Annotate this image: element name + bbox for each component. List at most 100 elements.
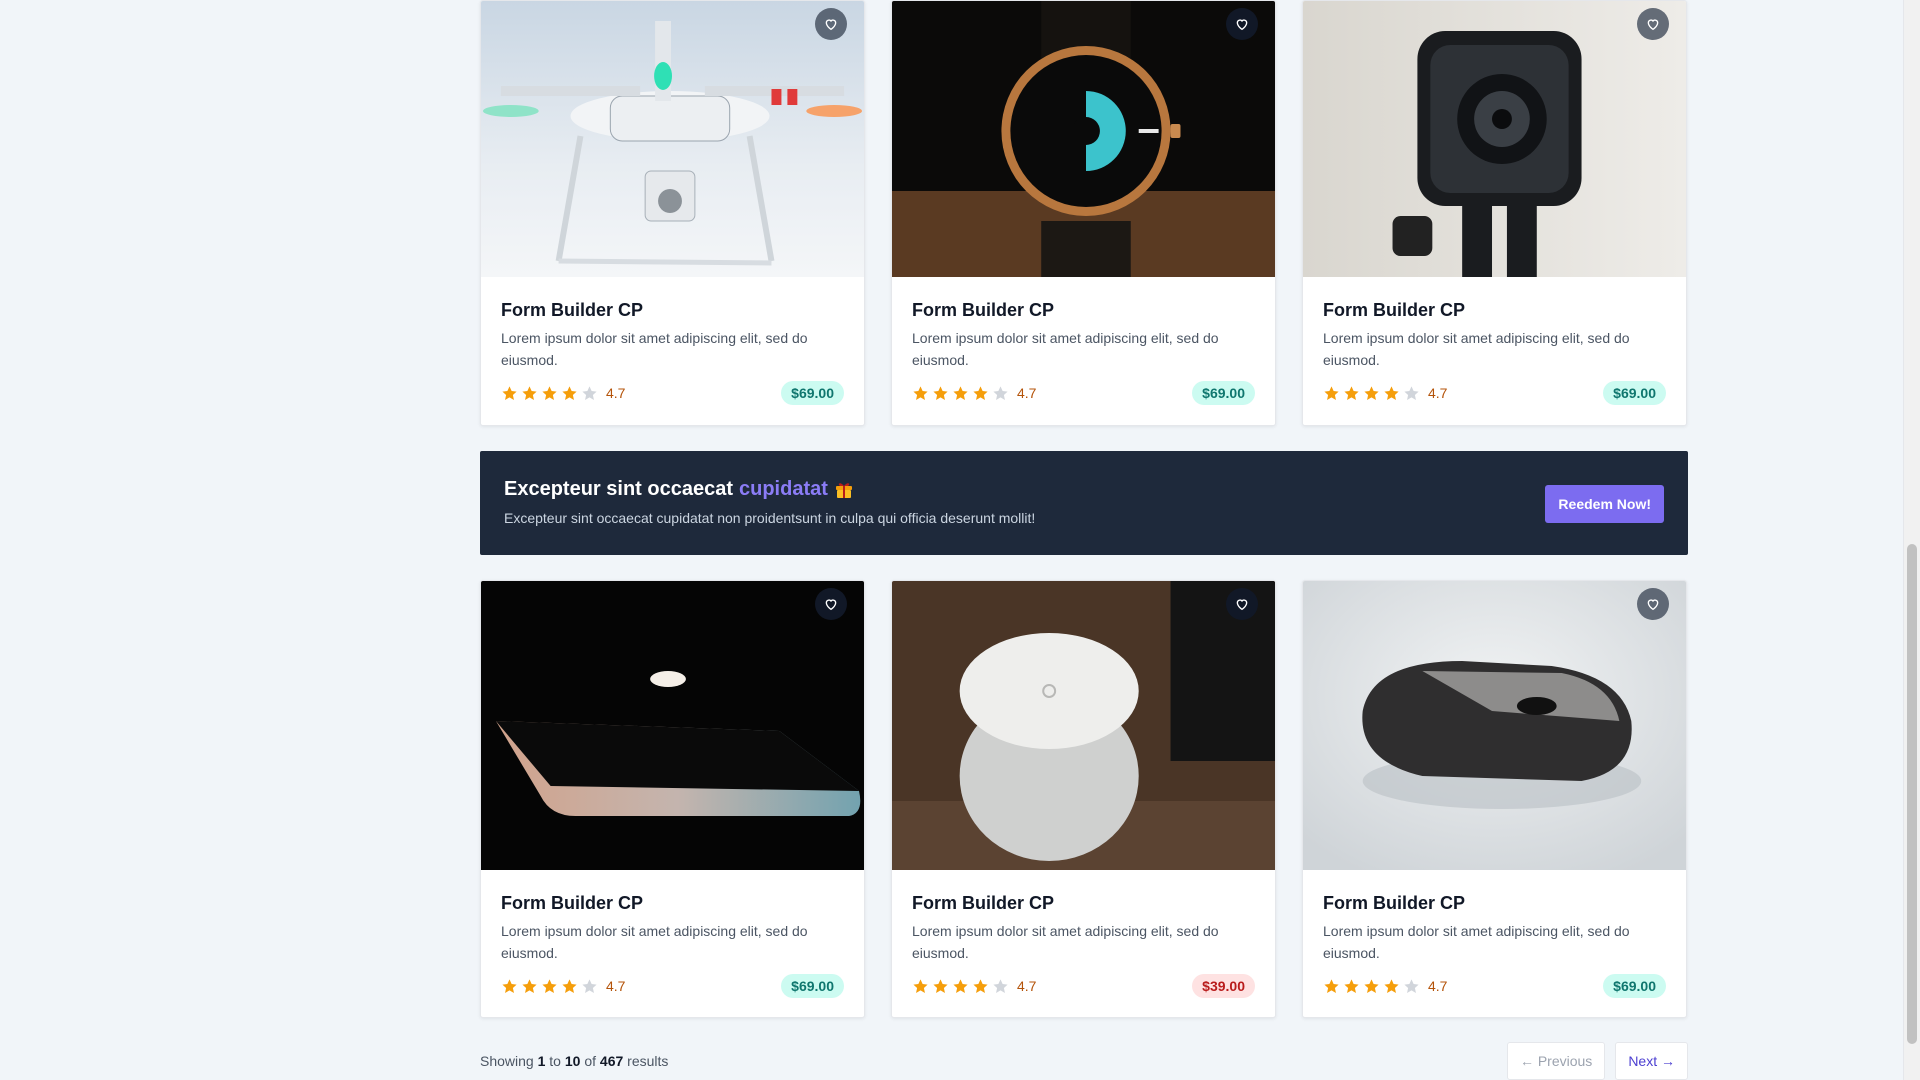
star-empty-icon	[1403, 978, 1420, 995]
product-card[interactable]: Form Builder CP Lorem ipsum dolor sit am…	[480, 580, 865, 1018]
star-filled-icon	[912, 978, 929, 995]
price-badge: $69.00	[1192, 381, 1255, 405]
product-description: Lorem ipsum dolor sit amet adipiscing el…	[1323, 923, 1630, 961]
next-button[interactable]: Next →	[1615, 1042, 1688, 1080]
price-badge: $69.00	[1603, 974, 1666, 998]
product-image-action-camera[interactable]	[1303, 1, 1686, 277]
rating-value: 4.7	[606, 978, 626, 994]
favorite-button[interactable]	[1637, 8, 1669, 40]
star-filled-icon	[541, 385, 558, 402]
rating-value: 4.7	[1017, 978, 1037, 994]
product-title[interactable]: Form Builder CP	[912, 299, 1255, 321]
heart-icon	[1647, 599, 1659, 611]
scrollbar-thumb[interactable]	[1907, 544, 1917, 1044]
star-empty-icon	[992, 385, 1009, 402]
to-label: to	[549, 1053, 561, 1069]
rating-value: 4.7	[1017, 385, 1037, 401]
price-badge: $69.00	[781, 974, 844, 998]
star-rating: 4.7	[1323, 385, 1447, 402]
star-filled-icon	[1383, 385, 1400, 402]
product-grid-row-2: Form Builder CP Lorem ipsum dolor sit am…	[480, 580, 1688, 1018]
rating-value: 4.7	[606, 385, 626, 401]
favorite-button[interactable]	[815, 8, 847, 40]
star-filled-icon	[561, 978, 578, 995]
star-filled-icon	[1383, 978, 1400, 995]
product-title[interactable]: Form Builder CP	[501, 299, 844, 321]
star-filled-icon	[1363, 385, 1380, 402]
results-summary: Showing 1 to 10 of 467 results	[480, 1053, 668, 1069]
star-filled-icon	[541, 978, 558, 995]
results-to: 10	[564, 1053, 581, 1069]
banner-title-highlight: cupidatat	[739, 478, 828, 500]
star-filled-icon	[1343, 385, 1360, 402]
price-badge: $69.00	[781, 381, 844, 405]
redeem-now-button[interactable]: Reedem Now!	[1545, 485, 1664, 523]
heart-icon	[1236, 599, 1248, 611]
showing-label: Showing	[480, 1053, 534, 1069]
heart-icon	[1647, 19, 1659, 31]
star-rating: 4.7	[501, 385, 625, 402]
banner-title-text: Excepteur sint occaecat	[504, 478, 733, 500]
results-total: 467	[599, 1053, 624, 1069]
product-image-watch[interactable]	[892, 1, 1275, 277]
gift-icon	[835, 483, 852, 498]
star-empty-icon	[581, 978, 598, 995]
rating-value: 4.7	[1428, 385, 1448, 401]
product-title[interactable]: Form Builder CP	[912, 892, 1255, 914]
star-rating: 4.7	[1323, 978, 1447, 995]
product-image-laptop[interactable]	[481, 581, 864, 870]
results-from: 1	[537, 1053, 546, 1069]
star-rating: 4.7	[912, 385, 1036, 402]
product-title[interactable]: Form Builder CP	[1323, 892, 1666, 914]
star-empty-icon	[581, 385, 598, 402]
pager: ← Previous Next →	[1506, 1042, 1688, 1080]
star-filled-icon	[932, 978, 949, 995]
banner-subtitle: Excepteur sint occaecat cupidatat non pr…	[504, 510, 1036, 526]
star-filled-icon	[501, 385, 518, 402]
heart-icon	[1236, 19, 1248, 31]
favorite-button[interactable]	[1637, 588, 1669, 620]
product-image-wifi-router[interactable]	[892, 581, 1275, 870]
star-filled-icon	[1343, 978, 1360, 995]
star-empty-icon	[1403, 385, 1420, 402]
rating-value: 4.7	[1428, 978, 1448, 994]
product-card[interactable]: Form Builder CP Lorem ipsum dolor sit am…	[1302, 580, 1687, 1018]
favorite-button[interactable]	[1226, 8, 1258, 40]
product-card[interactable]: Form Builder CP Lorem ipsum dolor sit am…	[480, 0, 865, 426]
product-title[interactable]: Form Builder CP	[1323, 299, 1666, 321]
star-filled-icon	[952, 978, 969, 995]
previous-button[interactable]: ← Previous	[1506, 1042, 1606, 1080]
star-filled-icon	[932, 385, 949, 402]
product-card[interactable]: Form Builder CP Lorem ipsum dolor sit am…	[891, 0, 1276, 426]
of-label: of	[584, 1053, 597, 1069]
product-grid-row-1: Form Builder CP Lorem ipsum dolor sit am…	[480, 0, 1688, 426]
product-card[interactable]: Form Builder CP Lorem ipsum dolor sit am…	[891, 580, 1276, 1018]
product-card[interactable]: Form Builder CP Lorem ipsum dolor sit am…	[1302, 0, 1687, 426]
star-filled-icon	[972, 978, 989, 995]
product-image-drone[interactable]	[481, 1, 864, 277]
heart-icon	[825, 19, 837, 31]
product-image-mouse[interactable]	[1303, 581, 1686, 870]
product-listing: Form Builder CP Lorem ipsum dolor sit am…	[480, 0, 1688, 1080]
star-filled-icon	[561, 385, 578, 402]
star-filled-icon	[521, 385, 538, 402]
star-empty-icon	[992, 978, 1009, 995]
pagination: Showing 1 to 10 of 467 results ← Previou…	[480, 1042, 1688, 1080]
star-filled-icon	[912, 385, 929, 402]
favorite-button[interactable]	[815, 588, 847, 620]
star-filled-icon	[1323, 978, 1340, 995]
banner-title: Excepteur sint occaecat cupidatat	[504, 476, 1664, 502]
price-badge: $69.00	[1603, 381, 1666, 405]
star-filled-icon	[501, 978, 518, 995]
star-filled-icon	[1363, 978, 1380, 995]
star-filled-icon	[952, 385, 969, 402]
product-description: Lorem ipsum dolor sit amet adipiscing el…	[501, 923, 808, 961]
price-badge-sale: $39.00	[1192, 974, 1255, 998]
star-rating: 4.7	[912, 978, 1036, 995]
page-scrollbar[interactable]	[1903, 0, 1920, 1080]
favorite-button[interactable]	[1226, 588, 1258, 620]
product-title[interactable]: Form Builder CP	[501, 892, 844, 914]
promo-banner: Excepteur sint occaecat cupidatat Except…	[480, 451, 1688, 555]
star-filled-icon	[521, 978, 538, 995]
product-description: Lorem ipsum dolor sit amet adipiscing el…	[912, 923, 1219, 961]
